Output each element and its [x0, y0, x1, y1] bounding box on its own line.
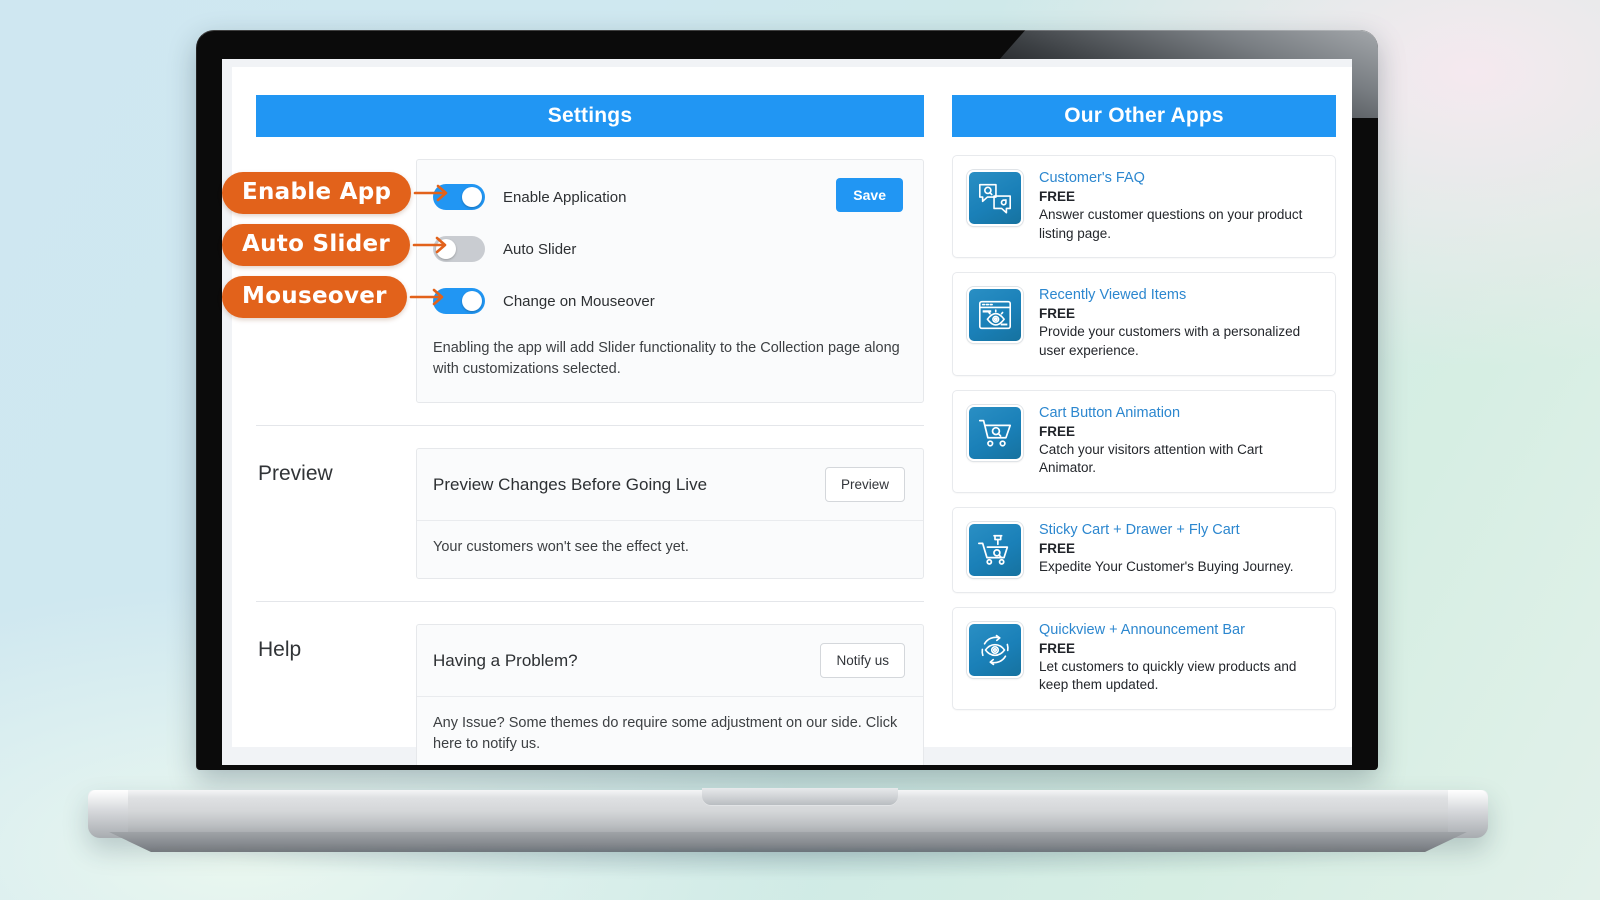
list-item-meta: Cart Button Animation FREE Catch your vi… — [1039, 405, 1321, 478]
app-window: Settings Enable Application Auto Slider … — [232, 67, 1352, 765]
app-name-link[interactable]: Quickview + Announcement Bar — [1039, 622, 1321, 638]
list-item[interactable]: Sticky Cart + Drawer + Fly Cart FREE Exp… — [952, 506, 1336, 593]
settings-helper-text: Enabling the app will add Slider functio… — [433, 340, 900, 378]
list-item-meta: Sticky Cart + Drawer + Fly Cart FREE Exp… — [1039, 522, 1321, 577]
app-name-link[interactable]: Recently Viewed Items — [1039, 287, 1321, 303]
arrow-right-icon — [413, 180, 453, 206]
save-button[interactable]: Save — [836, 178, 903, 212]
app-price-badge: FREE — [1039, 306, 1076, 322]
list-item[interactable]: Cart Button Animation FREE Catch your vi… — [952, 389, 1336, 493]
help-card-body: Any Issue? Some themes do require some a… — [433, 715, 898, 753]
help-card-title: Having a Problem? — [433, 650, 578, 670]
preview-card: Preview Changes Before Going Live Previe… — [416, 448, 924, 580]
toggle-label-enable-application: Enable Application — [503, 188, 627, 206]
page-background: Settings Enable Application Auto Slider … — [0, 0, 1600, 900]
app-name-link[interactable]: Cart Button Animation — [1039, 405, 1321, 421]
settings-panel-title: Settings — [547, 104, 633, 127]
qa-speech-bubbles-icon — [967, 170, 1023, 226]
browser-eye-icon — [967, 287, 1023, 344]
laptop-screen: Settings Enable Application Auto Slider … — [222, 59, 1352, 765]
app-price-badge: FREE — [1039, 540, 1076, 556]
notify-us-button[interactable]: Notify us — [820, 643, 905, 679]
app-price-badge: FREE — [1039, 640, 1076, 656]
help-card: Having a Problem? Notify us Any Issue? S… — [416, 624, 924, 765]
app-name-link[interactable]: Sticky Cart + Drawer + Fly Cart — [1039, 522, 1321, 538]
laptop-base-notch — [702, 788, 898, 806]
laptop-base-right-edge — [1448, 790, 1488, 838]
toggle-label-auto-slider: Auto Slider — [503, 240, 577, 258]
app-description: Let customers to quickly view products a… — [1039, 658, 1297, 693]
preview-card-header: Preview Changes Before Going Live Previe… — [417, 449, 923, 522]
list-item[interactable]: Recently Viewed Items FREE Provide your … — [952, 272, 1336, 376]
app-description: Provide your customers with a personaliz… — [1039, 324, 1301, 358]
preview-section: Preview Preview Changes Before Going Liv… — [256, 426, 924, 601]
other-apps-column: Our Other Apps Customer's FAQ FREE Answe… — [952, 95, 1336, 710]
toggle-label-change-on-mouseover: Change on Mouseover — [503, 292, 655, 310]
help-card-header: Having a Problem? Notify us — [417, 625, 923, 698]
shopping-cart-icon — [967, 404, 1023, 461]
callout-mouseover: Mouseover — [222, 276, 449, 318]
app-description: Catch your visitors attention with Cart … — [1039, 441, 1263, 476]
app-price-badge: FREE — [1039, 423, 1076, 439]
arrow-right-icon — [409, 284, 449, 310]
app-description: Expedite Your Customer's Buying Journey. — [1039, 558, 1294, 574]
eye-refresh-icon — [967, 621, 1023, 678]
toggle-row-auto-slider[interactable]: Auto Slider — [433, 232, 903, 266]
preview-section-label: Preview — [258, 462, 333, 486]
pinned-cart-icon — [967, 521, 1023, 578]
list-item[interactable]: Customer's FAQ FREE Answer customer ques… — [952, 155, 1336, 259]
list-item-meta: Quickview + Announcement Bar FREE Let cu… — [1039, 622, 1321, 695]
callout-auto-slider: Auto Slider — [222, 224, 452, 266]
toggles-section-label — [256, 159, 416, 173]
callout-enable-app-label: Enable App — [222, 172, 412, 214]
app-description: Answer customer questions on your produc… — [1039, 207, 1303, 241]
toggles-card: Enable Application Auto Slider Change on… — [416, 159, 924, 404]
other-apps-list: Customer's FAQ FREE Answer customer ques… — [952, 155, 1336, 710]
preview-card-title: Preview Changes Before Going Live — [433, 474, 708, 494]
toggle-row-enable-application[interactable]: Enable Application — [433, 180, 903, 214]
laptop-base-left-edge — [88, 790, 128, 838]
app-name-link[interactable]: Customer's FAQ — [1039, 170, 1321, 186]
help-section-label: Help — [258, 638, 302, 662]
other-apps-panel-title: Our Other Apps — [1064, 104, 1224, 127]
app-price-badge: FREE — [1039, 189, 1076, 204]
list-item-meta: Recently Viewed Items FREE Provide your … — [1039, 287, 1321, 360]
callout-enable-app: Enable App — [222, 172, 453, 214]
screen-canvas: Settings Enable Application Auto Slider … — [232, 67, 1352, 765]
list-item-meta: Customer's FAQ FREE Answer customer ques… — [1039, 170, 1321, 243]
settings-panel-header: Settings — [256, 95, 924, 137]
callout-mouseover-label: Mouseover — [222, 276, 407, 318]
toggle-row-change-on-mouseover[interactable]: Change on Mouseover — [433, 284, 903, 318]
preview-button[interactable]: Preview — [824, 467, 905, 503]
preview-card-body: Your customers won't see the effect yet. — [433, 539, 689, 556]
arrow-right-icon — [412, 232, 452, 258]
help-section: Help Having a Problem? Notify us Any Iss… — [256, 602, 924, 765]
laptop-drop-shadow — [150, 848, 1430, 878]
other-apps-panel-header: Our Other Apps — [952, 95, 1336, 137]
list-item[interactable]: Quickview + Announcement Bar FREE Let cu… — [952, 606, 1336, 710]
callout-auto-slider-label: Auto Slider — [222, 224, 411, 266]
laptop-mockup: Settings Enable Application Auto Slider … — [0, 0, 1600, 900]
